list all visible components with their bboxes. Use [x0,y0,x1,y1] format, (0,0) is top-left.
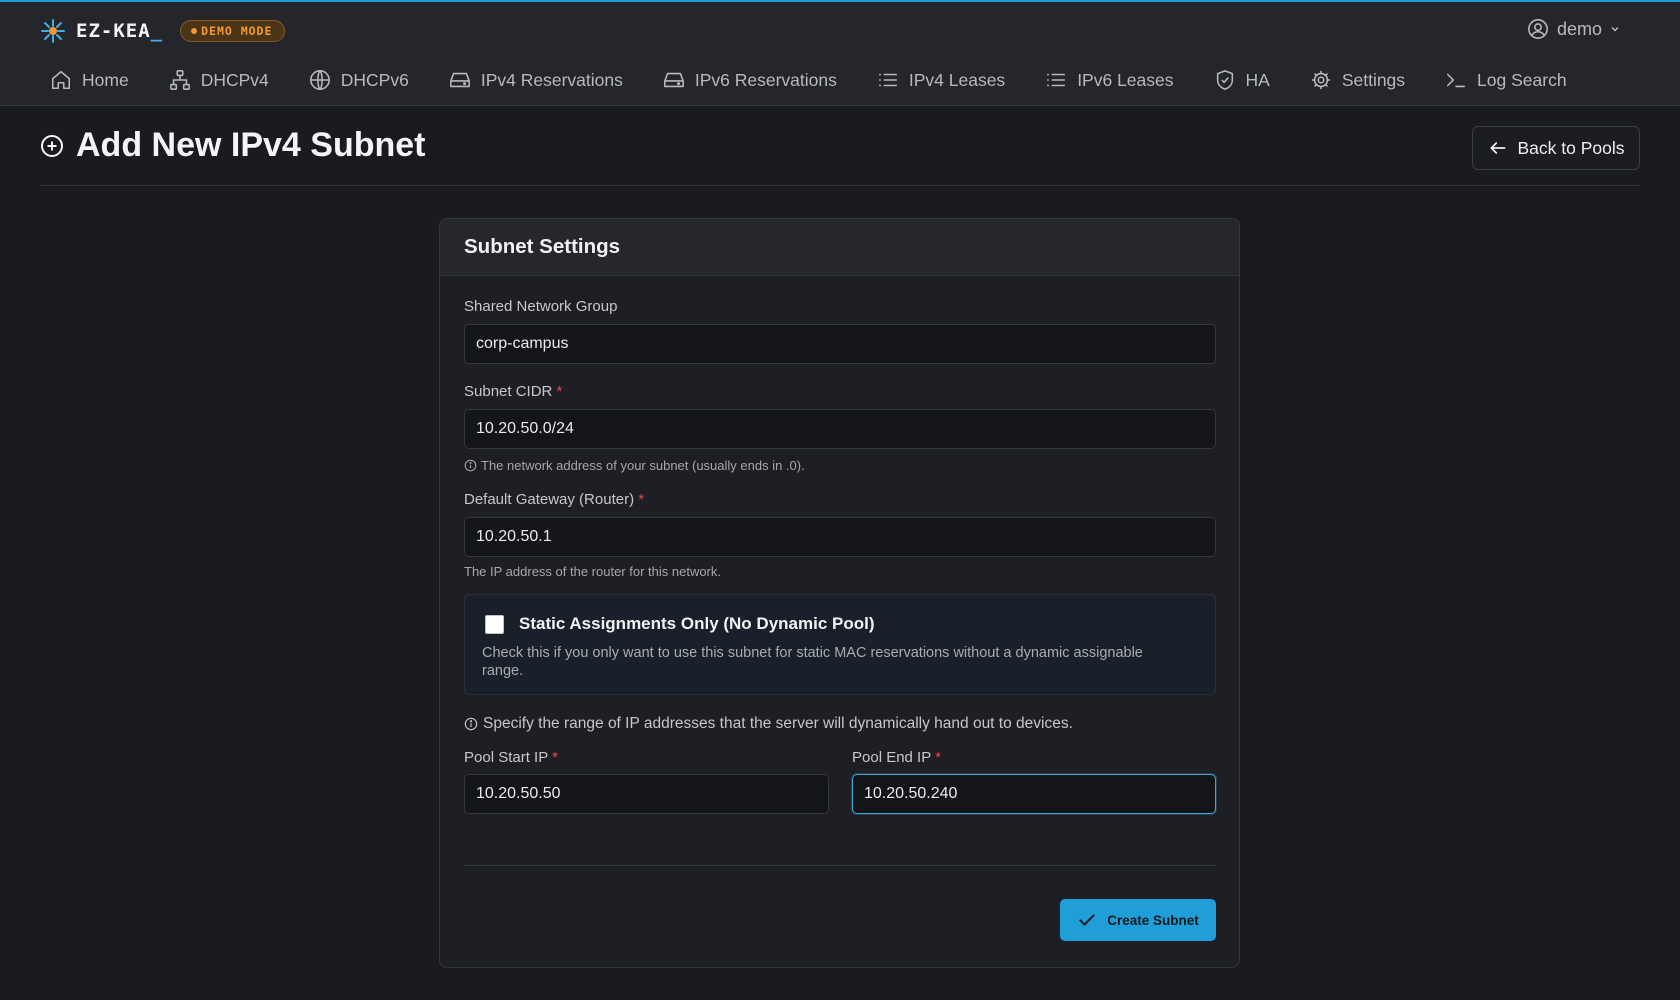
pool-end-label: Pool End IP * [852,749,941,766]
nav-item-label: IPv4 Leases [908,69,1006,90]
subnet-settings-card: Subnet Settings Shared Network Group cor… [439,218,1240,968]
card-header: Subnet Settings [440,219,1239,276]
pool-range-note-text: Specify the range of IP addresses that t… [483,715,1073,732]
pool-start-input[interactable]: 10.20.50.50 [464,774,829,814]
page-title: Add New IPv4 Subnet [76,126,426,164]
gear-icon [1311,70,1330,90]
nav-item-dhcpv6[interactable]: DHCPv6 [309,69,409,91]
static-only-description: Check this if you only want to use this … [482,645,1143,679]
gateway-label-text: Default Gateway (Router) [464,491,635,508]
nav-item-ha[interactable]: HA [1214,69,1270,91]
pool-end-label-text: Pool End IP [852,749,931,766]
static-assignments-box: Static Assignments Only (No Dynamic Pool… [464,594,1216,695]
nav-item-ipv6-leases[interactable]: IPv6 Leases [1045,69,1174,91]
required-marker: * [552,749,558,766]
user-circle-icon [1528,19,1548,39]
subnet-cidr-help-text: The network address of your subnet (usua… [481,458,805,473]
chevron-down-icon [1611,26,1619,32]
nav-item-label: Settings [1341,69,1406,90]
page-title-group: Add New IPv4 Subnet [40,126,426,165]
nav-item-ipv4-leases[interactable]: IPv4 Leases [877,69,1005,91]
subnet-cidr-help: The network address of your subnet (usua… [464,458,805,473]
nav-item-label: DHCPv6 [340,69,409,90]
pool-end-input[interactable]: 10.20.50.240 [852,774,1216,814]
back-to-pools-label: Back to Pools [1517,137,1625,158]
info-icon [464,717,478,731]
globe-icon [309,70,330,90]
nav-item-label: Log Search [1477,69,1567,90]
form-divider [464,865,1216,866]
app-name-cursor: _ [150,20,163,42]
nav-item-label: HA [1245,69,1270,90]
create-subnet-button[interactable]: Create Subnet [1060,899,1216,941]
nav-item-log-search[interactable]: Log Search [1445,69,1567,91]
required-marker: * [935,749,941,766]
network-icon [169,70,190,90]
brand[interactable]: EZ-KEA _ DEMO MODE [40,16,286,46]
check-icon [1079,914,1095,926]
pool-range-note: Specify the range of IP addresses that t… [464,715,1073,733]
static-only-label[interactable]: Static Assignments Only (No Dynamic Pool… [519,614,875,634]
demo-dot-icon [191,28,198,34]
plus-circle-icon [41,134,63,157]
nav-item-label: IPv6 Reservations [694,69,837,90]
required-marker: * [556,383,563,400]
nav-item-ipv6-reservations[interactable]: IPv6 Reservations [663,69,837,91]
nav-item-dhcpv4[interactable]: DHCPv4 [169,69,269,91]
gateway-input[interactable]: 10.20.50.1 [464,517,1216,557]
nav-item-label: Home [82,69,129,90]
nav-item-label: IPv4 Reservations [480,69,623,90]
card-title: Subnet Settings [464,235,621,258]
demo-mode-badge: DEMO MODE [180,20,286,42]
create-subnet-label: Create Subnet [1107,912,1199,928]
user-menu[interactable]: demo [1527,18,1628,40]
nav-item-ipv4-reservations[interactable]: IPv4 Reservations [449,69,623,91]
drive-icon [449,72,470,88]
info-icon [464,459,477,472]
subnet-cidr-label: Subnet CIDR * [464,383,562,400]
shared-network-input[interactable]: corp-campus [464,324,1216,364]
list-icon [1047,73,1066,87]
arrow-left-icon [1490,142,1505,154]
pool-start-label-text: Pool Start IP [464,749,548,766]
shared-network-label: Shared Network Group [464,298,618,315]
pool-start-label: Pool Start IP * [464,749,558,766]
drive-icon [663,72,684,88]
terminal-icon [1447,73,1466,88]
navbar: EZ-KEA _ DEMO MODE demo Home DHCPv4 DHCPv… [0,2,1680,106]
nav-item-label: IPv6 Leases [1077,69,1174,90]
list-icon [878,73,897,87]
gateway-help-text: The IP address of the router for this ne… [464,564,721,579]
required-marker: * [638,491,645,508]
subnet-cidr-label-text: Subnet CIDR [464,383,553,400]
kea-logo-icon [41,19,65,43]
subnet-cidr-input[interactable]: 10.20.50.0/24 [464,409,1216,449]
page-header: Add New IPv4 Subnet Back to Pools [40,124,1640,186]
nav-item-label: DHCPv4 [200,69,269,90]
nav-item-home[interactable]: Home [50,69,129,91]
static-only-checkbox[interactable] [485,615,504,634]
nav-item-settings[interactable]: Settings [1310,69,1405,91]
back-to-pools-button[interactable]: Back to Pools [1472,126,1640,170]
app-name: EZ-KEA [76,20,151,42]
demo-mode-label: DEMO MODE [201,24,273,38]
main-nav: Home DHCPv4 DHCPv6 IPv4 Reservations IPv… [50,62,1607,98]
gateway-help: The IP address of the router for this ne… [464,564,721,579]
shield-check-icon [1216,70,1233,90]
gateway-label: Default Gateway (Router) * [464,491,644,508]
user-name: demo [1556,18,1602,39]
home-icon [51,70,71,90]
